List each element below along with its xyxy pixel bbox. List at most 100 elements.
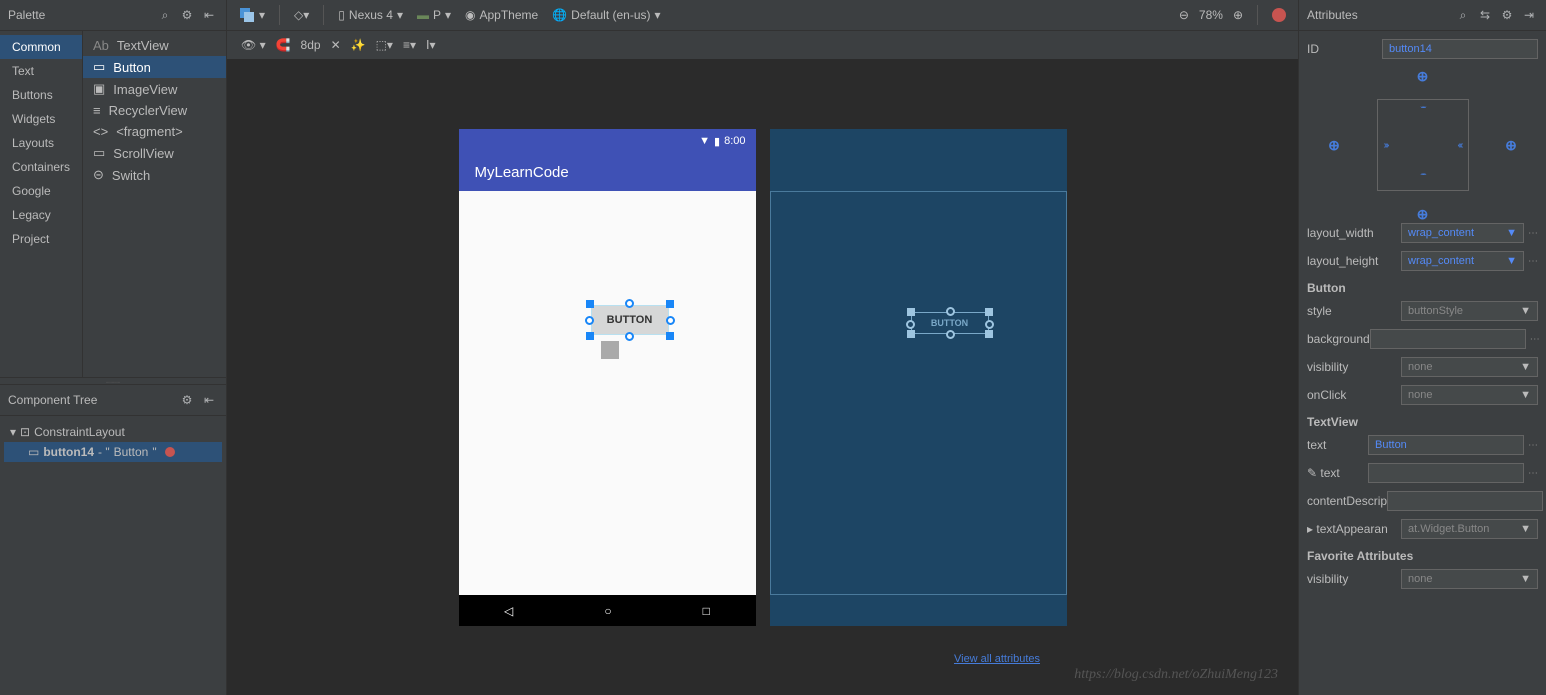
palette-cat-common[interactable]: Common: [0, 35, 82, 59]
resize-handle[interactable]: [666, 332, 674, 340]
constraint-handle[interactable]: [625, 332, 634, 341]
guidelines-icon[interactable]: Ⅰ▾: [426, 38, 436, 52]
theme-selector[interactable]: ◉ AppTheme: [461, 6, 542, 24]
constraint-handle[interactable]: [946, 330, 955, 339]
constraint-handle[interactable]: [666, 316, 675, 325]
back-icon: ◁: [504, 604, 513, 618]
view-options-icon[interactable]: 👁 ▾: [241, 38, 266, 52]
palette-cat-legacy[interactable]: Legacy: [0, 203, 82, 227]
text-field[interactable]: [1368, 435, 1524, 455]
constraint-handle[interactable]: [625, 299, 634, 308]
resize-handle[interactable]: [907, 330, 915, 338]
palette-item-list: AbTextView ▭Button ▣ImageView ≡RecyclerV…: [83, 31, 226, 377]
resize-handle[interactable]: [985, 330, 993, 338]
constraint-handle[interactable]: [985, 320, 994, 329]
design-content[interactable]: BUTTON: [459, 191, 756, 595]
watermark: https://blog.csdn.net/oZhuiMeng123: [1074, 667, 1278, 683]
palette-cat-buttons[interactable]: Buttons: [0, 83, 82, 107]
design-text-field[interactable]: [1368, 463, 1524, 483]
gear-icon[interactable]: ⚙: [178, 6, 196, 24]
locale-selector[interactable]: 🌐 Default (en-us) ▾: [548, 6, 664, 24]
gear-icon[interactable]: ⚙: [1498, 6, 1516, 24]
palette-cat-google[interactable]: Google: [0, 179, 82, 203]
constraint-handle[interactable]: [906, 320, 915, 329]
resize-handle[interactable]: [985, 308, 993, 316]
palette-cat-text[interactable]: Text: [0, 59, 82, 83]
baseline-indicator[interactable]: [601, 341, 619, 359]
palette-item-imageview[interactable]: ▣ImageView: [83, 78, 226, 100]
fav-visibility-dropdown[interactable]: none▼: [1401, 569, 1538, 589]
palette-item-scrollview[interactable]: ▭ScrollView: [83, 142, 226, 164]
resize-handle[interactable]: [907, 308, 915, 316]
text-appearance-dropdown[interactable]: at.Widget.Button▼: [1401, 519, 1538, 539]
design-surface-icon[interactable]: ▾: [235, 5, 269, 25]
design-toolbar-2: 👁 ▾ 🧲 8dp ✕ ✨ ⬚▾ ≡▾ Ⅰ▾: [227, 31, 1298, 60]
home-icon: ○: [604, 604, 611, 618]
visibility-dropdown[interactable]: none▼: [1401, 357, 1538, 377]
design-toolbar: ▾ ◇▾ ▯ Nexus 4 ▾ ▬ P ▾ ◉ AppTheme 🌐 Defa…: [227, 0, 1298, 31]
design-preview[interactable]: ▼ ▮ 8:00 MyLearnCode BUTTON: [459, 129, 756, 626]
tree-root[interactable]: ▾ ⊡ ConstraintLayout: [4, 422, 222, 442]
blueprint-preview[interactable]: BUTTON: [770, 129, 1067, 626]
constraint-handle[interactable]: [946, 307, 955, 316]
infer-constraints-icon[interactable]: ✨: [351, 38, 366, 52]
style-dropdown[interactable]: buttonStyle▼: [1401, 301, 1538, 321]
battery-icon: ▮: [714, 135, 720, 148]
constraint-handle[interactable]: [585, 316, 594, 325]
add-constraint-left[interactable]: ⊕: [1327, 138, 1341, 152]
layout-height-dropdown[interactable]: wrap_content▼: [1401, 251, 1524, 271]
palette-cat-layouts[interactable]: Layouts: [0, 131, 82, 155]
collapse-icon[interactable]: ⇤: [200, 391, 218, 409]
palette-item-switch[interactable]: ⊝Switch: [83, 164, 226, 186]
app-bar: MyLearnCode: [459, 153, 756, 191]
magnet-icon[interactable]: 🧲: [276, 38, 291, 52]
api-selector[interactable]: ▬ P ▾: [413, 6, 455, 24]
collapse-icon[interactable]: ⇤: [200, 6, 218, 24]
resize-handle[interactable]: [586, 300, 594, 308]
clear-constraints-icon[interactable]: ✕: [331, 38, 341, 52]
id-field[interactable]: [1382, 39, 1538, 59]
default-margin[interactable]: 8dp: [301, 38, 321, 52]
background-field[interactable]: [1370, 329, 1526, 349]
constraint-widget[interactable]: ⊕ ⊕ ⊕ ⊕ ˇˇˇ ˆˆˆ ››› ‹‹‹: [1307, 67, 1538, 223]
zoom-in-icon[interactable]: ⊕: [1229, 6, 1247, 24]
add-constraint-right[interactable]: ⊕: [1504, 138, 1518, 152]
palette-item-recyclerview[interactable]: ≡RecyclerView: [83, 100, 226, 121]
search-icon[interactable]: ⌕: [156, 6, 174, 24]
palette-cat-widgets[interactable]: Widgets: [0, 107, 82, 131]
palette-cat-project[interactable]: Project: [0, 227, 82, 251]
content-description-field[interactable]: [1387, 491, 1543, 511]
error-icon[interactable]: [165, 447, 175, 457]
expand-icon[interactable]: ⇆: [1476, 6, 1494, 24]
pack-icon[interactable]: ⬚▾: [376, 38, 393, 52]
align-icon[interactable]: ≡▾: [403, 38, 416, 52]
selected-button-widget[interactable]: BUTTON: [591, 305, 669, 335]
chevron-down-icon: ▾: [10, 425, 16, 439]
device-selector[interactable]: ▯ Nexus 4 ▾: [334, 6, 407, 24]
resize-handle[interactable]: [666, 300, 674, 308]
add-constraint-top[interactable]: ⊕: [1416, 69, 1430, 83]
palette-cat-containers[interactable]: Containers: [0, 155, 82, 179]
gear-icon[interactable]: ⚙: [178, 391, 196, 409]
palette-title: Palette: [8, 8, 45, 22]
panel-grip[interactable]: ┈┈┈: [0, 377, 226, 385]
add-constraint-bottom[interactable]: ⊕: [1416, 207, 1430, 221]
palette-item-button[interactable]: ▭Button: [83, 56, 226, 78]
orientation-icon[interactable]: ◇▾: [290, 6, 313, 24]
onclick-dropdown[interactable]: none▼: [1401, 385, 1538, 405]
search-icon[interactable]: ⌕: [1454, 6, 1472, 24]
collapse-icon[interactable]: ⇥: [1520, 6, 1538, 24]
palette-item-textview[interactable]: AbTextView: [83, 35, 226, 56]
layout-width-dropdown[interactable]: wrap_content▼: [1401, 223, 1524, 243]
view-all-attributes-link[interactable]: View all attributes: [954, 653, 1040, 665]
palette-item-fragment[interactable]: <><fragment>: [83, 121, 226, 142]
palette-header: Palette ⌕ ⚙ ⇤: [0, 0, 226, 31]
tree-child-button14[interactable]: ▭ button14 - "Button": [4, 442, 222, 462]
resize-handle[interactable]: [586, 332, 594, 340]
layout-icon: ⊡: [20, 425, 30, 439]
warnings-icon[interactable]: [1268, 6, 1290, 24]
zoom-out-icon[interactable]: ⊖: [1175, 6, 1193, 24]
design-canvas[interactable]: ▼ ▮ 8:00 MyLearnCode BUTTON: [227, 60, 1298, 695]
component-tree-header: Component Tree ⚙ ⇤: [0, 385, 226, 416]
blueprint-button-widget[interactable]: BUTTON: [911, 312, 989, 334]
